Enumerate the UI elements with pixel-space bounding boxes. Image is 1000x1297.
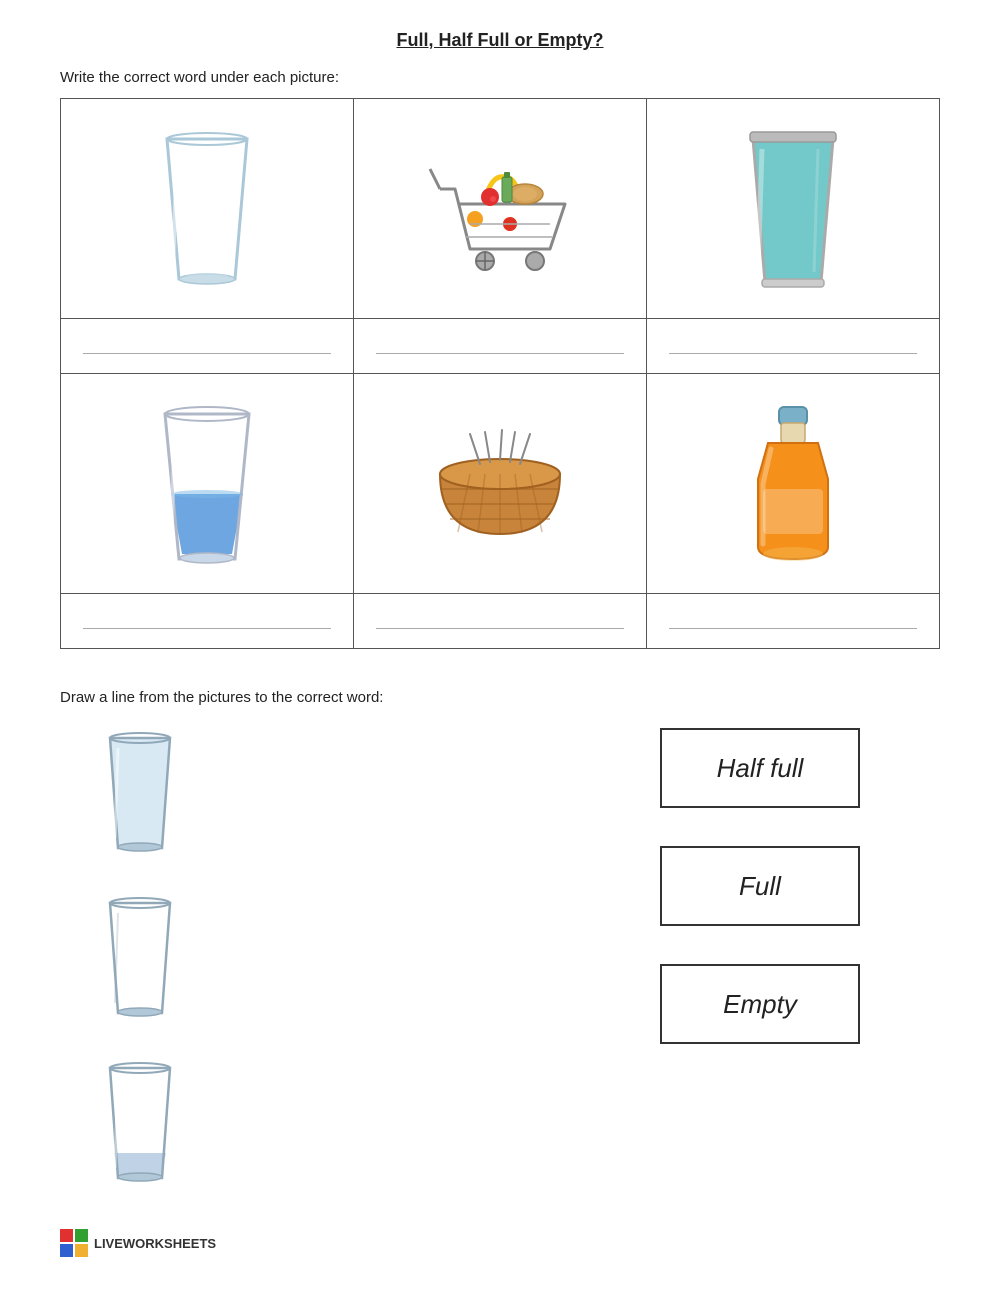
empty-glass-svg xyxy=(147,129,267,289)
answer-row-2 xyxy=(61,594,940,649)
match-full-glass-svg xyxy=(100,728,180,858)
juice-bottle-svg xyxy=(743,399,843,569)
cell-full-glass-teal xyxy=(647,99,940,319)
word-box-full: Full xyxy=(660,846,860,926)
cell-shopping-cart xyxy=(354,99,647,319)
answer-cell-3[interactable] xyxy=(647,319,940,374)
answer-cell-4[interactable] xyxy=(61,594,354,649)
words-column: Half full Full Empty xyxy=(660,728,860,1044)
cell-empty-glass xyxy=(61,99,354,319)
matching-area: Half full Full Empty xyxy=(60,728,940,1193)
logo-icon xyxy=(60,1229,88,1257)
answer-cell-5[interactable] xyxy=(354,594,647,649)
word-box-halffull: Half full xyxy=(660,728,860,808)
answer-input-3[interactable] xyxy=(669,337,917,354)
answer-input-2[interactable] xyxy=(376,337,624,354)
footer-text: LIVEWORKSHEETS xyxy=(94,1236,216,1251)
word-halffull-label: Half full xyxy=(717,753,804,784)
answer-input-5[interactable] xyxy=(376,612,624,629)
match-picture-1 xyxy=(100,728,180,863)
image-row-2 xyxy=(61,374,940,594)
word-full-label: Full xyxy=(739,871,781,902)
answer-cell-2[interactable] xyxy=(354,319,647,374)
match-picture-3 xyxy=(100,1058,180,1193)
match-half-glass-svg xyxy=(100,1058,180,1188)
grid-table xyxy=(60,98,940,649)
word-box-empty: Empty xyxy=(660,964,860,1044)
half-glass-svg xyxy=(147,404,267,564)
word-empty-label: Empty xyxy=(723,989,797,1020)
cell-half-glass xyxy=(61,374,354,594)
shopping-cart-svg xyxy=(420,129,580,289)
cell-basket xyxy=(354,374,647,594)
match-empty-glass-svg xyxy=(100,893,180,1023)
answer-input-4[interactable] xyxy=(83,612,331,629)
match-picture-2 xyxy=(100,893,180,1028)
basket-svg xyxy=(420,414,580,554)
image-row-1 xyxy=(61,99,940,319)
liveworksheets-logo xyxy=(60,1229,88,1257)
cell-juice-bottle xyxy=(647,374,940,594)
answer-input-6[interactable] xyxy=(669,612,917,629)
instruction2: Draw a line from the pictures to the cor… xyxy=(60,689,940,706)
answer-row-1 xyxy=(61,319,940,374)
page-title: Full, Half Full or Empty? xyxy=(60,30,940,51)
answer-input-1[interactable] xyxy=(83,337,331,354)
answer-cell-6[interactable] xyxy=(647,594,940,649)
instruction1: Write the correct word under each pictur… xyxy=(60,69,940,86)
footer: LIVEWORKSHEETS xyxy=(60,1229,940,1257)
pictures-column xyxy=(100,728,180,1193)
answer-cell-1[interactable] xyxy=(61,319,354,374)
full-glass-teal-svg xyxy=(738,124,848,294)
